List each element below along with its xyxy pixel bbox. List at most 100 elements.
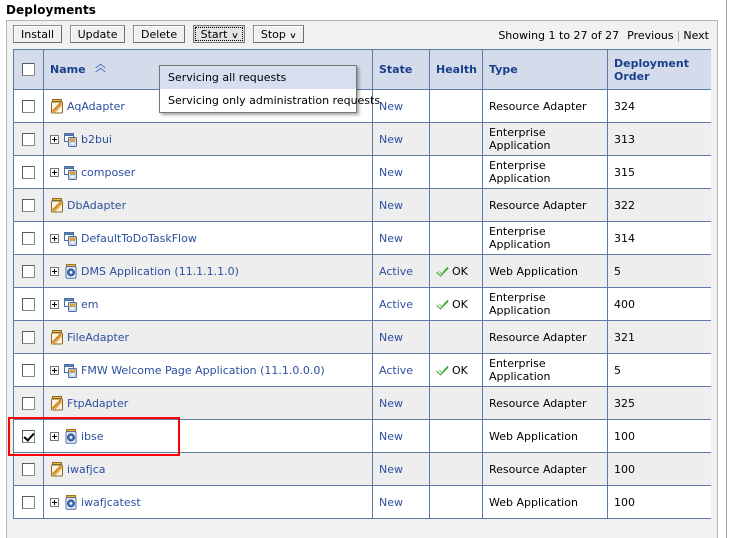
table-row[interactable]: FMW Welcome Page Application (11.1.0.0.0… xyxy=(13,353,711,387)
deployment-type-cell: Web Application xyxy=(482,419,608,453)
row-select-checkbox[interactable] xyxy=(22,429,35,443)
delete-button[interactable]: Delete xyxy=(132,25,186,43)
start-dropdown-button[interactable]: Start ∨ xyxy=(192,25,246,43)
enterprise-application-icon xyxy=(64,297,78,312)
deployment-type-cell: Web Application xyxy=(482,254,608,288)
table-row[interactable]: iwafjcatest New Web Application 100 xyxy=(13,485,711,519)
row-select-cell xyxy=(13,485,44,519)
deployment-state-cell: New xyxy=(372,320,430,354)
row-select-checkbox[interactable] xyxy=(22,330,35,344)
deployment-state-value: New xyxy=(379,495,403,509)
deployment-type-cell: Enterprise Application xyxy=(482,353,608,387)
chevron-down-icon: ∨ xyxy=(288,31,297,40)
web-application-icon xyxy=(64,428,78,444)
deployment-state-value: New xyxy=(379,462,403,476)
row-select-checkbox[interactable] xyxy=(22,495,35,509)
table-row[interactable]: b2bui New Enterprise Application 313 xyxy=(13,122,711,156)
deployment-health-cell xyxy=(429,452,483,486)
deployment-state-value: New xyxy=(379,198,403,212)
expand-row-icon[interactable] xyxy=(50,134,59,144)
row-select-checkbox[interactable] xyxy=(22,99,35,113)
deployments-table-scroll: Name State Health Type Deployment Order xyxy=(13,49,711,538)
deployment-order-cell: 5 xyxy=(607,353,711,387)
update-button[interactable]: Update xyxy=(69,25,126,43)
table-row[interactable]: em Active OK Enterprise Application 400 xyxy=(13,287,711,321)
deployment-state-cell: New xyxy=(372,452,430,486)
deployment-name-link[interactable]: FtpAdapter xyxy=(67,397,128,410)
enterprise-application-icon xyxy=(64,132,78,147)
deployment-health-cell xyxy=(429,485,483,519)
deployment-name-link[interactable]: composer xyxy=(81,166,135,179)
record-count-label: Showing 1 to 27 of 27 xyxy=(498,29,620,42)
expand-row-icon[interactable] xyxy=(50,497,59,507)
deployment-health-cell: OK xyxy=(429,254,483,288)
deployment-type-cell: Enterprise Application xyxy=(482,155,608,189)
column-header-name-label: Name xyxy=(50,62,86,76)
row-select-checkbox[interactable] xyxy=(22,462,35,476)
deployment-health-cell: OK xyxy=(429,353,483,387)
deployment-name-link[interactable]: DbAdapter xyxy=(67,199,126,212)
table-row[interactable]: iwafjca New Resource Adapter 100 xyxy=(13,452,711,486)
row-select-checkbox[interactable] xyxy=(22,165,35,179)
deployment-health-cell xyxy=(429,320,483,354)
previous-page-link[interactable]: Previous xyxy=(627,29,674,42)
deployment-state-value: New xyxy=(379,396,403,410)
column-header-health[interactable]: Health xyxy=(429,49,483,90)
row-select-cell xyxy=(13,320,44,354)
deployment-name-link[interactable]: FMW Welcome Page Application (11.1.0.0.0… xyxy=(81,364,325,377)
expand-row-icon[interactable] xyxy=(50,299,59,309)
deployment-order-cell: 324 xyxy=(607,89,711,123)
deployment-type-cell: Resource Adapter xyxy=(482,89,608,123)
deployment-order-cell: 325 xyxy=(607,386,711,420)
row-select-checkbox[interactable] xyxy=(22,231,35,245)
deployment-name-link[interactable]: b2bui xyxy=(81,133,112,146)
menu-item-servicing-only-administration-requests[interactable]: Servicing only administration requests xyxy=(160,89,380,112)
deployment-name-cell: FMW Welcome Page Application (11.1.0.0.0… xyxy=(43,353,373,387)
deployment-state-value: Active xyxy=(379,363,414,377)
deployment-name-link[interactable]: em xyxy=(81,298,98,311)
expand-row-icon[interactable] xyxy=(50,365,59,375)
menu-item-servicing-all-requests[interactable]: Servicing all requests xyxy=(160,66,356,89)
deployment-state-value: Active xyxy=(379,297,414,311)
deployment-name-cell: ibse xyxy=(43,419,373,453)
deployment-name-link[interactable]: ibse xyxy=(81,430,104,443)
health-ok-badge: OK xyxy=(436,298,468,311)
column-header-state[interactable]: State xyxy=(372,49,430,90)
table-row[interactable]: DMS Application (11.1.1.1.0) Active OK Web … xyxy=(13,254,711,288)
table-row[interactable]: FtpAdapter New Resource Adapter 325 xyxy=(13,386,711,420)
table-row[interactable]: DbAdapter New Resource Adapter 322 xyxy=(13,188,711,222)
row-select-checkbox[interactable] xyxy=(22,132,35,146)
deployment-type-cell: Resource Adapter xyxy=(482,188,608,222)
resource-adapter-icon xyxy=(50,98,64,114)
row-select-checkbox[interactable] xyxy=(22,363,35,377)
install-button[interactable]: Install xyxy=(13,25,63,43)
enterprise-application-icon xyxy=(64,165,78,180)
deployment-name-link[interactable]: FileAdapter xyxy=(67,331,129,344)
column-header-deployment-order[interactable]: Deployment Order xyxy=(607,49,711,90)
row-select-checkbox[interactable] xyxy=(22,297,35,311)
deployment-name-link[interactable]: iwafjca xyxy=(67,463,106,476)
table-row[interactable]: DefaultToDoTaskFlow New Enterprise Applica… xyxy=(13,221,711,255)
next-page-link[interactable]: Next xyxy=(683,29,709,42)
row-select-checkbox[interactable] xyxy=(22,396,35,410)
table-row[interactable]: ibse New Web Application 100 xyxy=(13,419,711,453)
select-all-checkbox[interactable] xyxy=(22,63,35,77)
deployment-name-link[interactable]: DefaultToDoTaskFlow xyxy=(81,232,197,245)
expand-row-icon[interactable] xyxy=(50,266,59,276)
row-select-checkbox[interactable] xyxy=(22,198,35,212)
stop-dropdown-button[interactable]: Stop ∨ xyxy=(252,25,304,43)
expand-row-icon[interactable] xyxy=(50,233,59,243)
deployment-name-link[interactable]: iwafjcatest xyxy=(81,496,141,509)
deployment-health-cell xyxy=(429,89,483,123)
table-row[interactable]: composer New Enterprise Application 315 xyxy=(13,155,711,189)
deployment-health-cell xyxy=(429,188,483,222)
column-header-type[interactable]: Type xyxy=(482,49,608,90)
deployment-name-link[interactable]: DMS Application (11.1.1.1.0) xyxy=(81,265,239,278)
expand-row-icon[interactable] xyxy=(50,167,59,177)
deployment-name-link[interactable]: AqAdapter xyxy=(67,100,125,113)
deployment-state-cell: New xyxy=(372,89,430,123)
deployment-state-cell: Active xyxy=(372,254,430,288)
table-row[interactable]: FileAdapter New Resource Adapter 321 xyxy=(13,320,711,354)
row-select-checkbox[interactable] xyxy=(22,264,35,278)
expand-row-icon[interactable] xyxy=(50,431,59,441)
